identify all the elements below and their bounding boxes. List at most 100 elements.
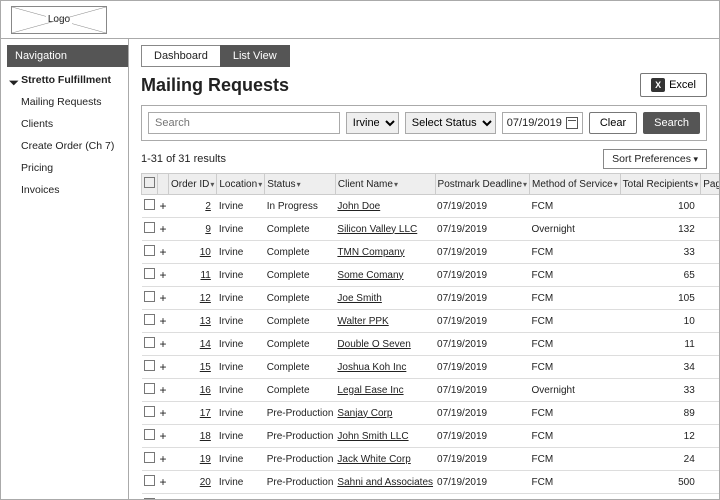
cell-status: Complete [265, 310, 336, 333]
expand-icon[interactable]: + [158, 402, 169, 425]
client-link[interactable]: John Doe [335, 195, 435, 218]
col-header[interactable]: Location [217, 174, 265, 195]
expand-icon[interactable]: + [158, 333, 169, 356]
date-input[interactable]: 07/19/2019 [502, 112, 583, 134]
col-header[interactable]: Postmark Deadline [435, 174, 530, 195]
expand-icon[interactable]: + [158, 494, 169, 500]
cell-deadline: 07/19/2019 [435, 425, 530, 448]
col-header[interactable]: Total Recipients [620, 174, 701, 195]
order-id-link[interactable]: 2 [169, 195, 217, 218]
order-id-link[interactable]: 18 [169, 425, 217, 448]
table-row: +9IrvineCompleteSilicon Valley LLC07/19/… [142, 218, 720, 241]
tab-dashboard[interactable]: Dashboard [141, 45, 221, 67]
order-id-link[interactable]: 13 [169, 310, 217, 333]
col-header[interactable]: Method of Service [530, 174, 621, 195]
row-checkbox[interactable] [142, 425, 158, 448]
row-checkbox[interactable] [142, 287, 158, 310]
expand-icon[interactable]: + [158, 195, 169, 218]
cell-deadline: 07/19/2019 [435, 264, 530, 287]
client-link[interactable]: Joe Smith [335, 287, 435, 310]
sort-preferences-button[interactable]: Sort Preferences [603, 149, 707, 169]
excel-export-button[interactable]: X Excel [640, 73, 707, 97]
sidebar-item-0[interactable]: Mailing Requests [7, 91, 128, 113]
order-id-link[interactable]: 12 [169, 287, 217, 310]
cell-location: Irvine [217, 310, 265, 333]
client-link[interactable]: Some Comany [335, 264, 435, 287]
sidebar-item-2[interactable]: Create Order (Ch 7) [7, 135, 128, 157]
cell-deadline: 07/19/2019 [435, 402, 530, 425]
order-id-link[interactable]: 14 [169, 333, 217, 356]
expand-icon[interactable]: + [158, 264, 169, 287]
location-select[interactable]: Irvine [346, 112, 399, 134]
row-checkbox[interactable] [142, 195, 158, 218]
row-checkbox[interactable] [142, 471, 158, 494]
cell-method: FCM [530, 287, 621, 310]
col-header[interactable]: Status [265, 174, 336, 195]
row-checkbox[interactable] [142, 494, 158, 500]
cell-status: Pre-Production [265, 402, 336, 425]
expand-icon[interactable]: + [158, 287, 169, 310]
expand-icon[interactable]: + [158, 425, 169, 448]
cell-pages: 10 [701, 333, 719, 356]
clear-button[interactable]: Clear [589, 112, 637, 134]
expand-icon[interactable]: + [158, 379, 169, 402]
cell-recipients: 105 [620, 287, 701, 310]
order-id-link[interactable]: 9 [169, 218, 217, 241]
col-header[interactable]: Client Name [335, 174, 435, 195]
sidebar-item-4[interactable]: Invoices [7, 179, 128, 201]
order-id-link[interactable]: 20 [169, 471, 217, 494]
client-link[interactable]: Jack White Corp [335, 448, 435, 471]
client-link[interactable]: John Smith LLC [335, 425, 435, 448]
expand-icon[interactable]: + [158, 356, 169, 379]
sidebar-item-1[interactable]: Clients [7, 113, 128, 135]
row-checkbox[interactable] [142, 402, 158, 425]
order-id-link[interactable]: 11 [169, 264, 217, 287]
expand-icon[interactable]: + [158, 310, 169, 333]
row-checkbox[interactable] [142, 264, 158, 287]
row-checkbox[interactable] [142, 448, 158, 471]
row-checkbox[interactable] [142, 241, 158, 264]
row-checkbox[interactable] [142, 333, 158, 356]
client-link[interactable]: Joshua Koh Inc [335, 356, 435, 379]
cell-location: Irvine [217, 195, 265, 218]
col-header[interactable]: Order ID [169, 174, 217, 195]
cell-deadline: 07/19/2019 [435, 471, 530, 494]
order-id-link[interactable]: 10 [169, 241, 217, 264]
search-input[interactable] [148, 112, 340, 134]
cell-method: FCM [530, 310, 621, 333]
row-checkbox[interactable] [142, 379, 158, 402]
select-all-checkbox[interactable] [144, 177, 155, 188]
client-link[interactable]: Silicon Valley LLC [335, 218, 435, 241]
expand-icon[interactable]: + [158, 471, 169, 494]
nav-root[interactable]: Stretto Fulfillment [7, 69, 128, 91]
status-select[interactable]: Select Status [405, 112, 496, 134]
client-link[interactable]: Sahni and Associates [335, 471, 435, 494]
order-id-link[interactable]: 21 [169, 494, 217, 500]
client-link[interactable]: Walter PPK [335, 310, 435, 333]
expand-icon[interactable]: + [158, 218, 169, 241]
cell-location: Irvine [217, 287, 265, 310]
order-id-link[interactable]: 17 [169, 402, 217, 425]
client-link[interactable]: Double O Seven [335, 333, 435, 356]
order-id-link[interactable]: 15 [169, 356, 217, 379]
col-header [142, 174, 158, 195]
client-link[interactable]: TMN Company [335, 241, 435, 264]
row-checkbox[interactable] [142, 310, 158, 333]
col-header[interactable]: Pages per [701, 174, 719, 195]
row-checkbox[interactable] [142, 218, 158, 241]
search-button[interactable]: Search [643, 112, 700, 134]
expand-icon[interactable]: + [158, 241, 169, 264]
expand-icon[interactable]: + [158, 448, 169, 471]
row-checkbox[interactable] [142, 356, 158, 379]
cell-recipients: 100 [620, 195, 701, 218]
cell-recipients: 34 [620, 356, 701, 379]
client-link[interactable]: Legal Ease Inc [335, 379, 435, 402]
tab-listview[interactable]: List View [220, 45, 290, 67]
cell-status: Complete [265, 379, 336, 402]
sidebar-item-3[interactable]: Pricing [7, 157, 128, 179]
order-id-link[interactable]: 19 [169, 448, 217, 471]
table-row: +21IrvinePre-ProductionSMB Limited07/19/… [142, 494, 720, 500]
client-link[interactable]: Sanjay Corp [335, 402, 435, 425]
client-link[interactable]: SMB Limited [335, 494, 435, 500]
order-id-link[interactable]: 16 [169, 379, 217, 402]
